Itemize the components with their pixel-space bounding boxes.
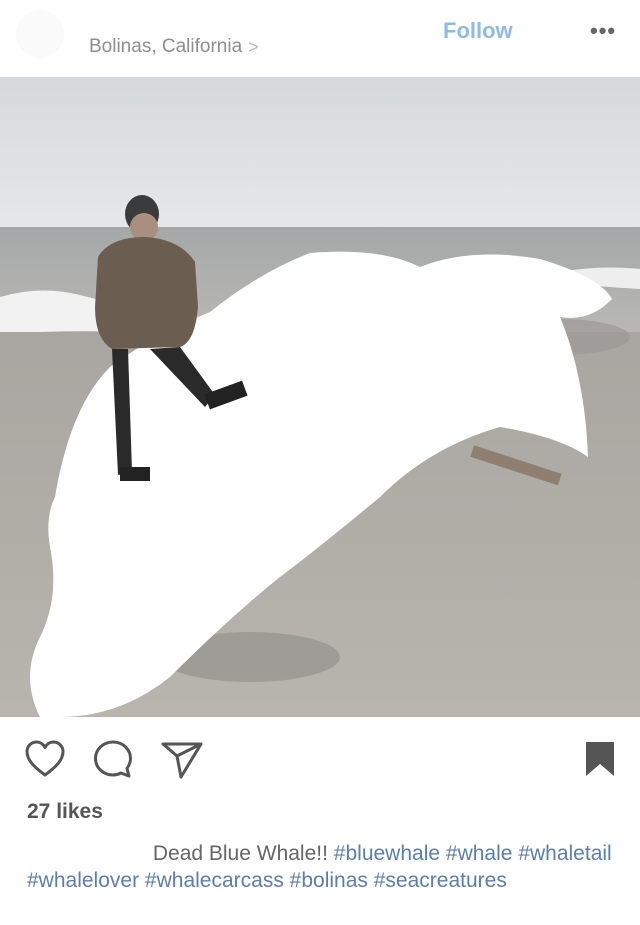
location-label: Bolinas, California [89,36,243,57]
follow-button[interactable]: Follow [443,18,513,44]
chevron-right-icon: > [248,36,259,57]
hashtag-link[interactable]: #whalecarcass [145,869,284,892]
hashtag-link[interactable]: #bolinas [290,869,368,892]
post-caption: Dead Blue Whale!! #bluewhale #whale #wha… [27,840,617,894]
comment-icon[interactable] [92,739,134,779]
hashtag-link[interactable]: #bluewhale [334,842,440,865]
more-options-icon[interactable]: ••• [590,18,616,44]
likes-count[interactable]: 27 likes [27,800,103,824]
hashtag-link[interactable]: #seacreatures [374,869,507,892]
post-photo[interactable] [0,77,640,717]
location-link[interactable]: Bolinas, California > [89,36,259,58]
avatar[interactable] [16,10,64,58]
hashtag-link[interactable]: #whalelover [27,869,139,892]
share-icon[interactable] [160,739,204,779]
caption-text: Dead Blue Whale!! [152,842,328,865]
bookmark-icon[interactable] [584,740,616,778]
post-header: Bolinas, California > Follow ••• [0,0,640,77]
hashtag-link[interactable]: #whaletail [518,842,611,865]
action-bar [0,730,640,790]
hashtag-link[interactable]: #whale [446,842,513,865]
heart-icon[interactable] [24,739,66,779]
